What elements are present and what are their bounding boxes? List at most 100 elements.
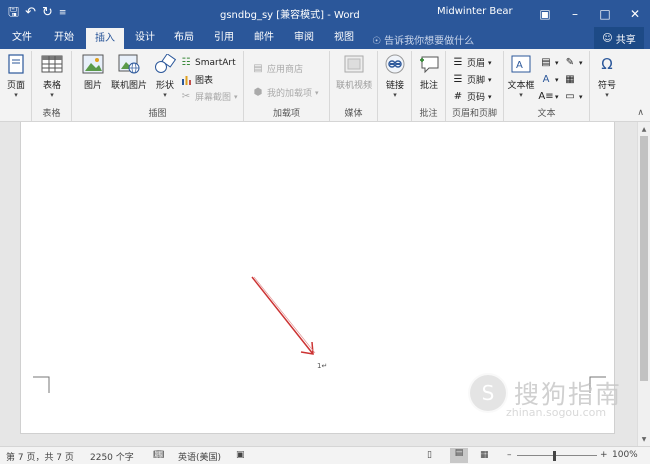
save-icon[interactable]: 🖫	[8, 4, 19, 22]
header-label: 页眉	[467, 59, 486, 69]
zoom-level[interactable]: 100%	[612, 450, 638, 460]
tab-design[interactable]: 设计	[128, 27, 162, 49]
page-count-status[interactable]: 第 7 页，共 7 页	[6, 450, 74, 463]
header-button[interactable]: ☰ 页眉 ▾	[452, 55, 492, 70]
table-button[interactable]: 表格 ▾	[35, 53, 69, 99]
screenshot-button[interactable]: ✂ 屏幕截图 ▾	[180, 89, 238, 104]
undo-icon[interactable]: ↶	[25, 4, 36, 22]
close-icon[interactable]: ✕	[620, 0, 650, 27]
wordart-button[interactable]: A ▾	[540, 72, 559, 87]
picture-icon	[82, 53, 104, 75]
links-button[interactable]: 链接 ▾	[378, 53, 412, 99]
group-tables: 表格 ▾ 表格	[32, 51, 72, 121]
drop-cap-button[interactable]: A≡ ▾	[538, 89, 559, 104]
scrollbar-thumb[interactable]	[640, 136, 648, 381]
page-number-button[interactable]: # 页码 ▾	[452, 89, 492, 104]
group-symbols: Ω 符号 ▾ ∧	[590, 51, 650, 121]
tab-insert[interactable]: 插入	[86, 27, 124, 49]
picture-label: 图片	[83, 81, 102, 91]
macro-icon[interactable]: ▣	[236, 450, 245, 460]
read-mode-icon[interactable]: ▯	[427, 450, 432, 460]
pages-button[interactable]: 页面 ▾	[0, 53, 32, 99]
textbox-button[interactable]: A 文本框 ▾	[504, 53, 538, 99]
ribbon: 页面 ▾ 表格 ▾ 表格 图片 联机图片 形状 ▾ ☷ SmartArt 图表 …	[0, 49, 650, 122]
zoom-in-icon[interactable]: +	[600, 450, 608, 460]
redo-icon[interactable]: ↻	[42, 4, 53, 22]
sogou-watermark: S 搜狗指南 zhinan.sogou.com	[468, 373, 638, 419]
symbol-button[interactable]: Ω 符号 ▾	[590, 53, 624, 99]
picture-button[interactable]: 图片	[76, 53, 110, 91]
vertical-scrollbar[interactable]: ▲ ▼	[637, 122, 650, 446]
symbol-label: 符号	[597, 81, 616, 91]
minimize-icon[interactable]: –	[560, 0, 590, 27]
word-count-status[interactable]: 2250 个字	[90, 450, 134, 463]
quick-parts-button[interactable]: ▤ ▾	[540, 55, 559, 70]
footer-button[interactable]: ☰ 页脚 ▾	[452, 72, 492, 87]
omega-icon: Ω	[601, 55, 613, 73]
table-label: 表格	[42, 81, 61, 91]
chevron-down-icon: ▾	[488, 58, 492, 67]
tab-home[interactable]: 开始	[46, 27, 82, 49]
tab-file[interactable]: 文件	[4, 27, 40, 49]
collapse-ribbon-icon[interactable]: ∧	[637, 108, 644, 118]
object-button[interactable]: ▭ ▾	[564, 89, 582, 104]
store-button[interactable]: ▤ 应用商店	[252, 61, 303, 76]
red-arrow-annotation	[251, 276, 316, 355]
share-button[interactable]: ☺ 共享	[594, 27, 644, 49]
zoom-slider[interactable]	[517, 455, 597, 456]
group-label-text: 文本	[537, 109, 556, 119]
link-icon	[384, 53, 406, 75]
status-bar: 第 7 页，共 7 页 2250 个字 📖︎ 英语(美国) ▣ ▯ ▤ ▦ – …	[0, 446, 650, 464]
tell-me-search[interactable]: ☉ 告诉我你想要做什么	[372, 32, 474, 47]
page-number-label: 页码	[467, 93, 486, 103]
addins-icon: ⬢	[253, 87, 263, 98]
group-label-illustrations: 插图	[148, 109, 167, 119]
tab-mailings[interactable]: 邮件	[246, 27, 282, 49]
page-number-icon: #	[453, 91, 463, 102]
group-label-comments: 批注	[419, 109, 438, 119]
tab-layout[interactable]: 布局	[166, 27, 202, 49]
maximize-icon[interactable]: □	[590, 0, 620, 27]
proofing-icon[interactable]: 📖︎	[153, 450, 164, 460]
chevron-down-icon: ▾	[14, 91, 18, 99]
zoom-slider-thumb[interactable]	[553, 451, 556, 461]
date-time-button[interactable]: ▦	[564, 72, 576, 87]
tab-review[interactable]: 审阅	[286, 27, 322, 49]
signature-line-button[interactable]: ✎ ▾	[564, 55, 583, 70]
chart-button[interactable]: 图表	[180, 72, 213, 87]
chart-icon	[180, 74, 192, 86]
online-video-button[interactable]: 联机视频	[332, 53, 376, 91]
calendar-icon: ▦	[565, 74, 575, 85]
tab-view[interactable]: 视图	[326, 27, 362, 49]
group-label-addins: 加载项	[272, 109, 300, 119]
group-links: 链接 ▾	[378, 51, 412, 121]
shapes-label: 形状	[155, 81, 174, 91]
chart-label: 图表	[195, 76, 214, 86]
online-picture-button[interactable]: 联机图片	[110, 53, 148, 91]
my-addins-label: 我的加载项	[267, 89, 313, 99]
group-comments: 批注 批注	[412, 51, 446, 121]
drop-cap-icon: A≡	[538, 91, 554, 102]
smartart-button[interactable]: ☷ SmartArt	[180, 55, 236, 70]
quick-access-toolbar: 🖫 ↶ ↻ ≡	[8, 4, 66, 22]
scroll-up-icon[interactable]: ▲	[638, 123, 650, 135]
comment-button[interactable]: 批注	[412, 53, 446, 91]
user-name[interactable]: Midwinter Bear	[437, 6, 513, 17]
tab-references[interactable]: 引用	[206, 27, 242, 49]
page-number-text: 1↵	[317, 362, 328, 370]
my-addins-button[interactable]: ⬢ 我的加载项 ▾	[252, 85, 319, 100]
web-layout-icon[interactable]: ▦	[480, 450, 489, 460]
links-label: 链接	[385, 81, 404, 91]
language-status[interactable]: 英语(美国)	[178, 450, 221, 463]
chevron-down-icon: ▾	[555, 92, 559, 101]
print-layout-icon[interactable]: ▤	[450, 448, 468, 463]
group-label-header-footer: 页眉和页脚	[451, 109, 497, 119]
scroll-down-icon[interactable]: ▼	[638, 433, 650, 445]
ribbon-display-icon[interactable]: ▣	[530, 0, 560, 27]
zoom-out-icon[interactable]: –	[507, 450, 512, 460]
chevron-down-icon: ▾	[555, 58, 559, 67]
online-picture-label: 联机图片	[110, 81, 147, 91]
shapes-button[interactable]: 形状 ▾	[148, 53, 182, 99]
customize-qat-icon[interactable]: ≡	[59, 4, 67, 22]
signature-icon: ✎	[565, 57, 575, 68]
